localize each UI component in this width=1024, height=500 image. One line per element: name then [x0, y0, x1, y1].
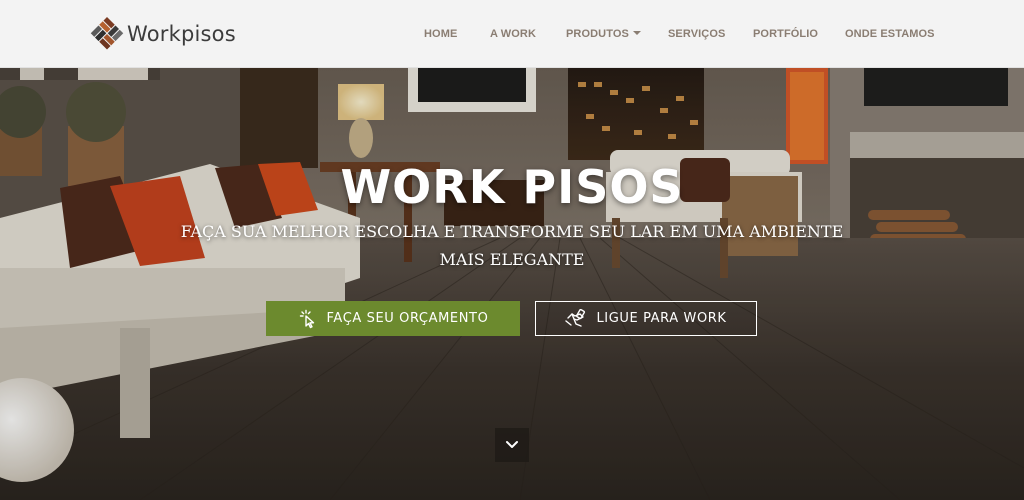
hand-phone-icon	[565, 308, 586, 327]
nav-item-label: PRODUTOS	[566, 28, 629, 40]
nav-item-servicos[interactable]: SERVIÇOS	[668, 28, 725, 40]
pointer-click-icon	[299, 309, 314, 328]
call-work-button[interactable]: LIGUE PARA WORK	[535, 301, 757, 336]
hero-subtitle: FAÇA SUA MELHOR ESCOLHA E TRANSFORME SEU…	[180, 222, 844, 269]
scroll-down-button[interactable]	[495, 428, 529, 462]
nav-item-portfolio[interactable]: PORTFÓLIO	[753, 28, 818, 40]
request-quote-label: FAÇA SEU ORÇAMENTO	[326, 311, 489, 326]
hero-section: WORK PISOS FAÇA SUA MELHOR ESCOLHA E TRA…	[0, 68, 1024, 500]
top-navbar: Workpisos HOME A WORK PRODUTOS SERVIÇOS …	[0, 0, 1024, 68]
nav-item-a-work[interactable]: A WORK	[490, 28, 536, 40]
hero-title: WORK PISOS	[340, 160, 684, 214]
chevron-down-icon	[506, 441, 518, 448]
caret-down-icon	[632, 31, 641, 35]
nav-item-home[interactable]: HOME	[424, 28, 457, 40]
main-nav: HOME A WORK PRODUTOS SERVIÇOS PORTFÓLIO …	[0, 28, 1024, 42]
call-work-label: LIGUE PARA WORK	[596, 311, 727, 326]
nav-item-produtos[interactable]: PRODUTOS	[566, 28, 641, 40]
nav-item-onde-estamos[interactable]: ONDE ESTAMOS	[845, 28, 935, 40]
request-quote-button[interactable]: FAÇA SEU ORÇAMENTO	[266, 301, 520, 336]
